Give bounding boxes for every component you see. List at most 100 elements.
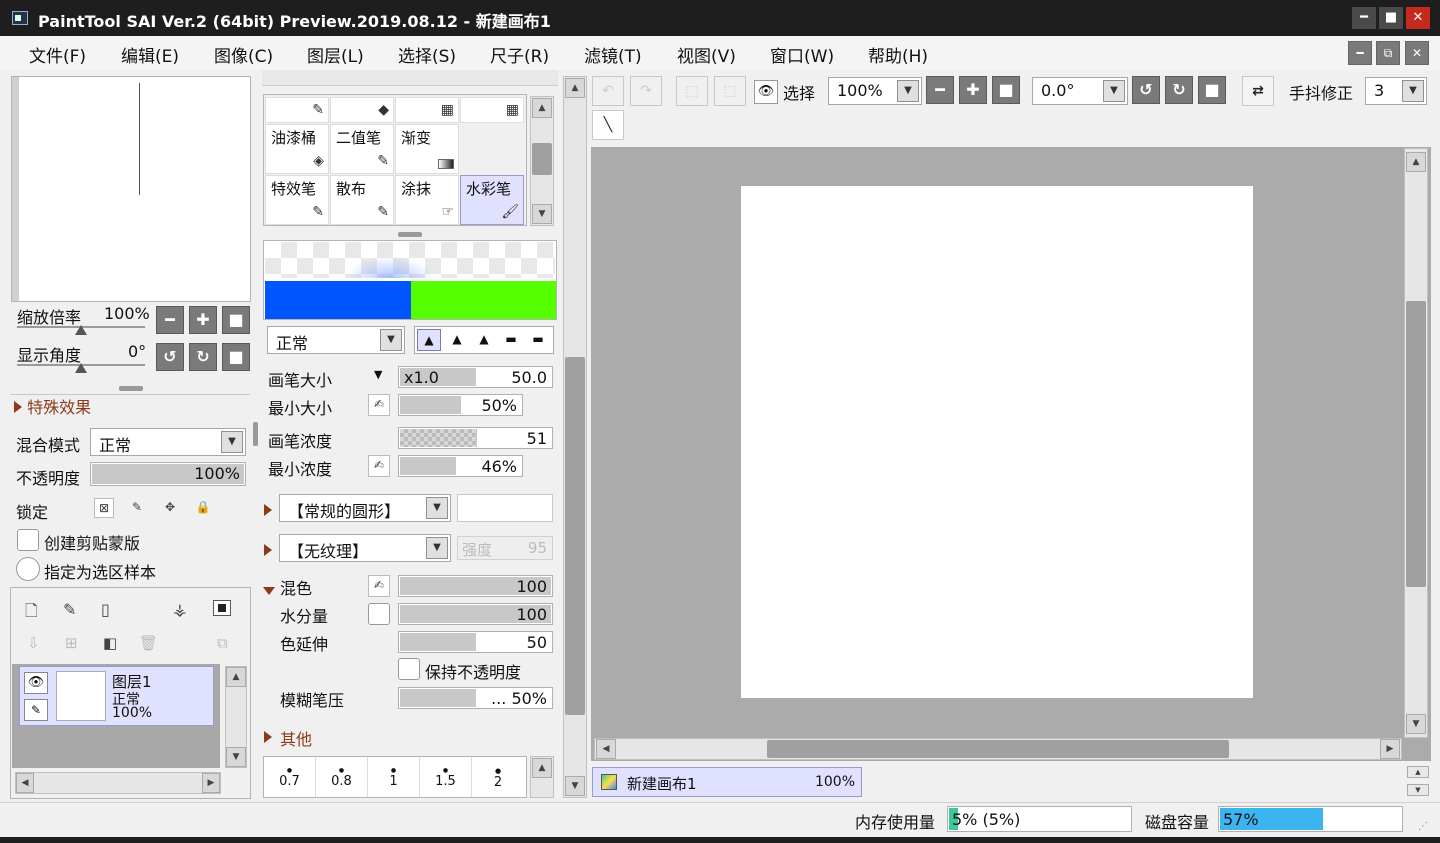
canvas-viewport[interactable]: ▲ ▼ ◀ ▶: [591, 147, 1431, 761]
menu-image[interactable]: 图像(C): [214, 42, 273, 67]
close-button[interactable]: ✕: [1406, 7, 1430, 29]
resize-grip-icon[interactable]: ⋰: [1418, 821, 1428, 832]
layer-mask-icon[interactable]: [213, 600, 231, 616]
brush-shape-select[interactable]: 【常规的圆形】 ▼: [279, 494, 451, 522]
navigator-preview[interactable]: [11, 76, 251, 302]
green-swatch[interactable]: [411, 281, 556, 319]
menu-file[interactable]: 文件(F): [29, 42, 86, 67]
tool-binary-pen[interactable]: 二值笔 ✎: [330, 124, 394, 174]
new-linework-layer-icon[interactable]: ✎: [63, 600, 76, 619]
straight-line-button[interactable]: ╲: [592, 110, 624, 140]
brush-mode-select[interactable]: 正常 ▼: [267, 326, 405, 354]
pressure-icon[interactable]: ✍: [368, 394, 390, 416]
panel-splitter[interactable]: [253, 422, 258, 446]
menu-layer[interactable]: 图层(L): [307, 42, 364, 67]
hard-edge-icon[interactable]: ▲: [417, 329, 441, 351]
mdi-restore-button[interactable]: ⧉: [1376, 41, 1400, 65]
new-layer-icon[interactable]: 🗋: [25, 600, 38, 627]
size-preset[interactable]: ● 1.5: [420, 757, 472, 797]
menu-filter[interactable]: 滤镜(T): [584, 42, 642, 67]
deselect-button[interactable]: ⬚: [676, 76, 708, 106]
scroll-left-icon[interactable]: ◀: [596, 739, 616, 759]
layer-scrollbar[interactable]: ▲ ▼: [225, 666, 247, 768]
zoom-in-button[interactable]: ✚: [189, 306, 217, 334]
size-presets-scrollbar[interactable]: ▲: [530, 756, 554, 798]
panel-splitter[interactable]: [398, 232, 422, 237]
minimize-button[interactable]: ━: [1352, 7, 1376, 29]
scroll-down-icon[interactable]: ▼: [1406, 714, 1426, 734]
scroll-thumb[interactable]: [565, 357, 585, 715]
redo-button[interactable]: ↷: [630, 76, 662, 106]
size-preset[interactable]: ● 0.7: [264, 757, 316, 797]
zoom-select[interactable]: 100% ▼: [828, 77, 922, 105]
maximize-button[interactable]: ■: [1379, 7, 1403, 29]
flip-horizontal-button[interactable]: ⇄: [1242, 76, 1274, 106]
menu-help[interactable]: 帮助(H): [868, 42, 928, 67]
brush-texture-select[interactable]: 【无纹理】 ▼: [279, 534, 451, 562]
tool-scatter[interactable]: 散布 ✎: [330, 175, 394, 225]
size-preset[interactable]: ● 2: [472, 757, 524, 797]
scroll-up-icon[interactable]: ▲: [1406, 152, 1426, 172]
clip-mask-checkbox[interactable]: [17, 529, 39, 551]
panel-splitter[interactable]: [119, 386, 143, 391]
keep-opacity-checkbox[interactable]: [398, 658, 420, 680]
extend-slider[interactable]: 50: [398, 631, 553, 653]
tool-gradient[interactable]: 渐变: [395, 124, 459, 174]
angle-select[interactable]: 0.0° ▼: [1032, 77, 1128, 105]
rotate-reset-button[interactable]: ■: [222, 343, 250, 371]
tool-select-pen[interactable]: ▦: [395, 97, 459, 123]
zoom-slider-handle[interactable]: [75, 325, 87, 335]
zoom-in-button[interactable]: ✚: [959, 76, 987, 104]
pressure-icon[interactable]: ✍: [368, 575, 390, 597]
rotate-right-button[interactable]: ↻: [189, 343, 217, 371]
layer-row[interactable]: 👁 ✎ 图层1 正常 100%: [19, 666, 214, 726]
scroll-left-icon[interactable]: ◀: [16, 773, 34, 793]
round-edge-icon[interactable]: ▲: [472, 329, 496, 351]
collapse-arrow-icon[interactable]: [263, 587, 275, 595]
scroll-down-icon[interactable]: ▼: [226, 747, 246, 767]
texture-strength-slider[interactable]: 强度 95: [457, 536, 553, 560]
tool-bucket[interactable]: 油漆桶 ◈: [265, 124, 329, 174]
tool-select-eraser[interactable]: ▦: [460, 97, 524, 123]
lock-paint-icon[interactable]: ✎: [127, 498, 147, 518]
scroll-down-icon[interactable]: ▼: [532, 204, 552, 224]
tool-watercolor[interactable]: 水彩笔 🖌: [460, 175, 524, 225]
eye-icon[interactable]: 👁: [24, 672, 48, 694]
canvas-paper[interactable]: [741, 186, 1253, 698]
other-label[interactable]: 其他: [280, 726, 312, 750]
layer-hscrollbar[interactable]: ◀ ▶: [15, 772, 221, 794]
clear-layer-icon[interactable]: ◧: [103, 634, 117, 652]
mix-slider[interactable]: 100: [398, 575, 553, 597]
min-size-slider[interactable]: 50%: [398, 394, 523, 416]
pencil-icon[interactable]: ✎: [24, 699, 48, 721]
min-density-slider[interactable]: 46%: [398, 455, 523, 477]
rotate-right-button[interactable]: ↻: [1165, 76, 1193, 104]
mdi-close-button[interactable]: ✕: [1405, 41, 1429, 65]
blue-swatch[interactable]: [265, 281, 411, 319]
zoom-out-button[interactable]: ━: [926, 76, 954, 104]
brush-shape-strength[interactable]: [457, 494, 553, 522]
canvas-vscrollbar[interactable]: ▲ ▼: [1404, 148, 1428, 738]
water-pressure-checkbox[interactable]: [368, 603, 390, 625]
tool-panel-scrollbar[interactable]: ▲ ▼: [563, 76, 587, 798]
scroll-thumb[interactable]: [767, 740, 1229, 758]
brush-density-slider[interactable]: 51: [398, 427, 553, 449]
menu-window[interactable]: 窗口(W): [770, 42, 834, 67]
water-slider[interactable]: 100: [398, 603, 553, 625]
opacity-slider[interactable]: 100%: [90, 462, 246, 486]
soft-edge-icon[interactable]: ▲: [445, 329, 469, 351]
rotate-left-button[interactable]: ↺: [1132, 76, 1160, 104]
scroll-up-icon[interactable]: ▲: [226, 667, 246, 687]
pressure-icon[interactable]: ✍: [368, 455, 390, 477]
tool-effect-pen[interactable]: 特效笔 ✎: [265, 175, 329, 225]
eye-icon[interactable]: 👁: [754, 80, 778, 104]
duplicate-layer-icon[interactable]: ⧉: [217, 634, 228, 652]
zoom-reset-button[interactable]: ■: [222, 306, 250, 334]
menu-edit[interactable]: 编辑(E): [121, 42, 179, 67]
canvas-tab[interactable]: 新建画布1 100%: [592, 767, 862, 797]
tool-grid-scrollbar[interactable]: ▲ ▼: [530, 96, 554, 226]
expand-arrow-icon[interactable]: [264, 504, 272, 516]
size-preset[interactable]: ● 0.8: [316, 757, 368, 797]
rotate-reset-button[interactable]: ■: [1198, 76, 1226, 104]
blur-slider[interactable]: ... 50%: [398, 687, 553, 709]
